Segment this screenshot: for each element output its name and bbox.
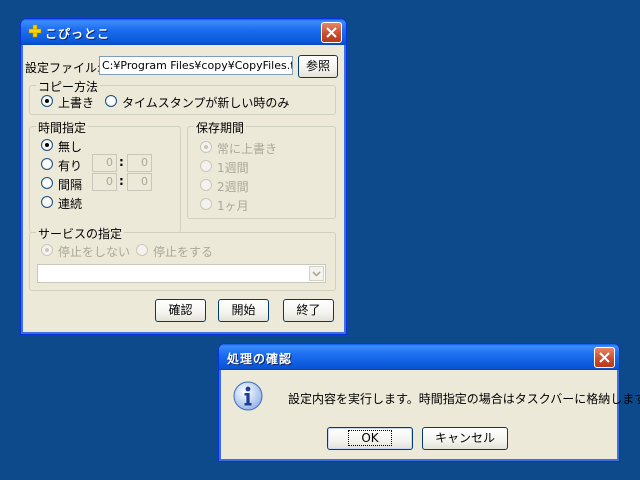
time-yes-minute-input[interactable]: 0 bbox=[127, 154, 152, 172]
radio-dot bbox=[136, 244, 148, 256]
settings-file-label: 設定ファイル: bbox=[25, 61, 102, 75]
combo-arrow[interactable] bbox=[309, 266, 324, 281]
radio-dot bbox=[41, 139, 53, 151]
time-yes-colon: : bbox=[119, 155, 124, 169]
radio-dot bbox=[41, 95, 53, 107]
exit-button[interactable]: 終了 bbox=[283, 299, 334, 322]
cancel-label: キャンセル bbox=[434, 431, 495, 445]
radio-dot bbox=[41, 177, 53, 189]
main-window: こぴっとこ 設定ファイル: C:¥Program Files¥copy¥Copy… bbox=[20, 18, 347, 335]
dialog-cancel-button[interactable]: キャンセル bbox=[422, 427, 508, 450]
radio-dot bbox=[41, 158, 53, 170]
time-spec-group: 時間指定 無し 有り 0 : 0 間隔 0 : 0 連続 bbox=[29, 119, 181, 233]
main-window-title: こぴっとこ bbox=[45, 27, 111, 41]
time-interval-label: 間隔 bbox=[58, 178, 83, 192]
confirm-label: 確認 bbox=[168, 303, 193, 317]
service-group: サービスの指定 停止をしない 停止をする bbox=[29, 225, 336, 291]
service-combo[interactable] bbox=[37, 264, 326, 283]
radio-dot bbox=[105, 95, 117, 107]
overwrite-label: 上書き bbox=[58, 96, 95, 110]
radio-dot bbox=[200, 179, 212, 191]
time-interval-minute-input[interactable]: 0 bbox=[127, 173, 152, 191]
confirm-dialog: 処理の確認 設定内容を実行します。時間指定の場合はタスクバーに格納します。 OK… bbox=[218, 343, 640, 462]
information-icon bbox=[233, 381, 263, 411]
service-stop-label: 停止をする bbox=[153, 245, 214, 259]
time-continuous-label: 連続 bbox=[58, 197, 83, 211]
radio-dot bbox=[200, 198, 212, 210]
retention-1month-label: 1ヶ月 bbox=[217, 199, 249, 213]
confirm-button[interactable]: 確認 bbox=[155, 299, 206, 322]
main-close-button[interactable] bbox=[321, 22, 342, 43]
retention-title: 保存期間 bbox=[194, 119, 247, 136]
main-titlebar[interactable]: こぴっとこ bbox=[21, 19, 346, 45]
time-interval-colon: : bbox=[119, 174, 124, 188]
radio-dot bbox=[41, 244, 53, 256]
copy-method-title: コピー方法 bbox=[36, 78, 101, 95]
browse-label: 参照 bbox=[305, 59, 330, 73]
start-label: 開始 bbox=[231, 303, 256, 317]
service-title: サービスの指定 bbox=[36, 225, 125, 242]
time-yes-hour-input[interactable]: 0 bbox=[92, 154, 117, 172]
time-yes-label: 有り bbox=[58, 159, 83, 173]
close-x-icon bbox=[599, 352, 610, 363]
retention-2week-label: 2週間 bbox=[217, 180, 249, 194]
start-button[interactable]: 開始 bbox=[218, 299, 269, 322]
close-x-icon bbox=[326, 27, 337, 38]
radio-dot bbox=[200, 160, 212, 172]
time-interval-hour-input[interactable]: 0 bbox=[92, 173, 117, 191]
service-no-stop-label: 停止をしない bbox=[58, 245, 131, 259]
chevron-down-icon bbox=[312, 271, 321, 277]
dialog-ok-button[interactable]: OK bbox=[327, 427, 413, 450]
time-spec-title: 時間指定 bbox=[36, 119, 89, 136]
newer-only-label: タイムスタンプが新しい時のみ bbox=[122, 96, 290, 110]
yellow-plus-icon bbox=[28, 24, 42, 38]
dialog-titlebar[interactable]: 処理の確認 bbox=[219, 344, 619, 370]
retention-always-label: 常に上書き bbox=[217, 142, 278, 156]
retention-group: 保存期間 常に上書き 1週間 2週間 1ヶ月 bbox=[187, 119, 336, 219]
dialog-message: 設定内容を実行します。時間指定の場合はタスクバーに格納します。 bbox=[288, 392, 640, 406]
settings-file-input[interactable]: C:¥Program Files¥copy¥CopyFiles.txt bbox=[99, 56, 293, 75]
radio-dot bbox=[200, 141, 212, 153]
browse-button[interactable]: 参照 bbox=[298, 55, 338, 78]
exit-label: 終了 bbox=[296, 303, 321, 317]
dialog-close-button[interactable] bbox=[594, 347, 615, 368]
dialog-title: 処理の確認 bbox=[227, 352, 293, 366]
radio-dot bbox=[41, 196, 53, 208]
time-none-label: 無し bbox=[58, 140, 83, 154]
copy-method-group: コピー方法 上書き タイムスタンプが新しい時のみ bbox=[29, 78, 336, 115]
retention-1week-label: 1週間 bbox=[217, 161, 249, 175]
ok-label: OK bbox=[348, 430, 392, 446]
